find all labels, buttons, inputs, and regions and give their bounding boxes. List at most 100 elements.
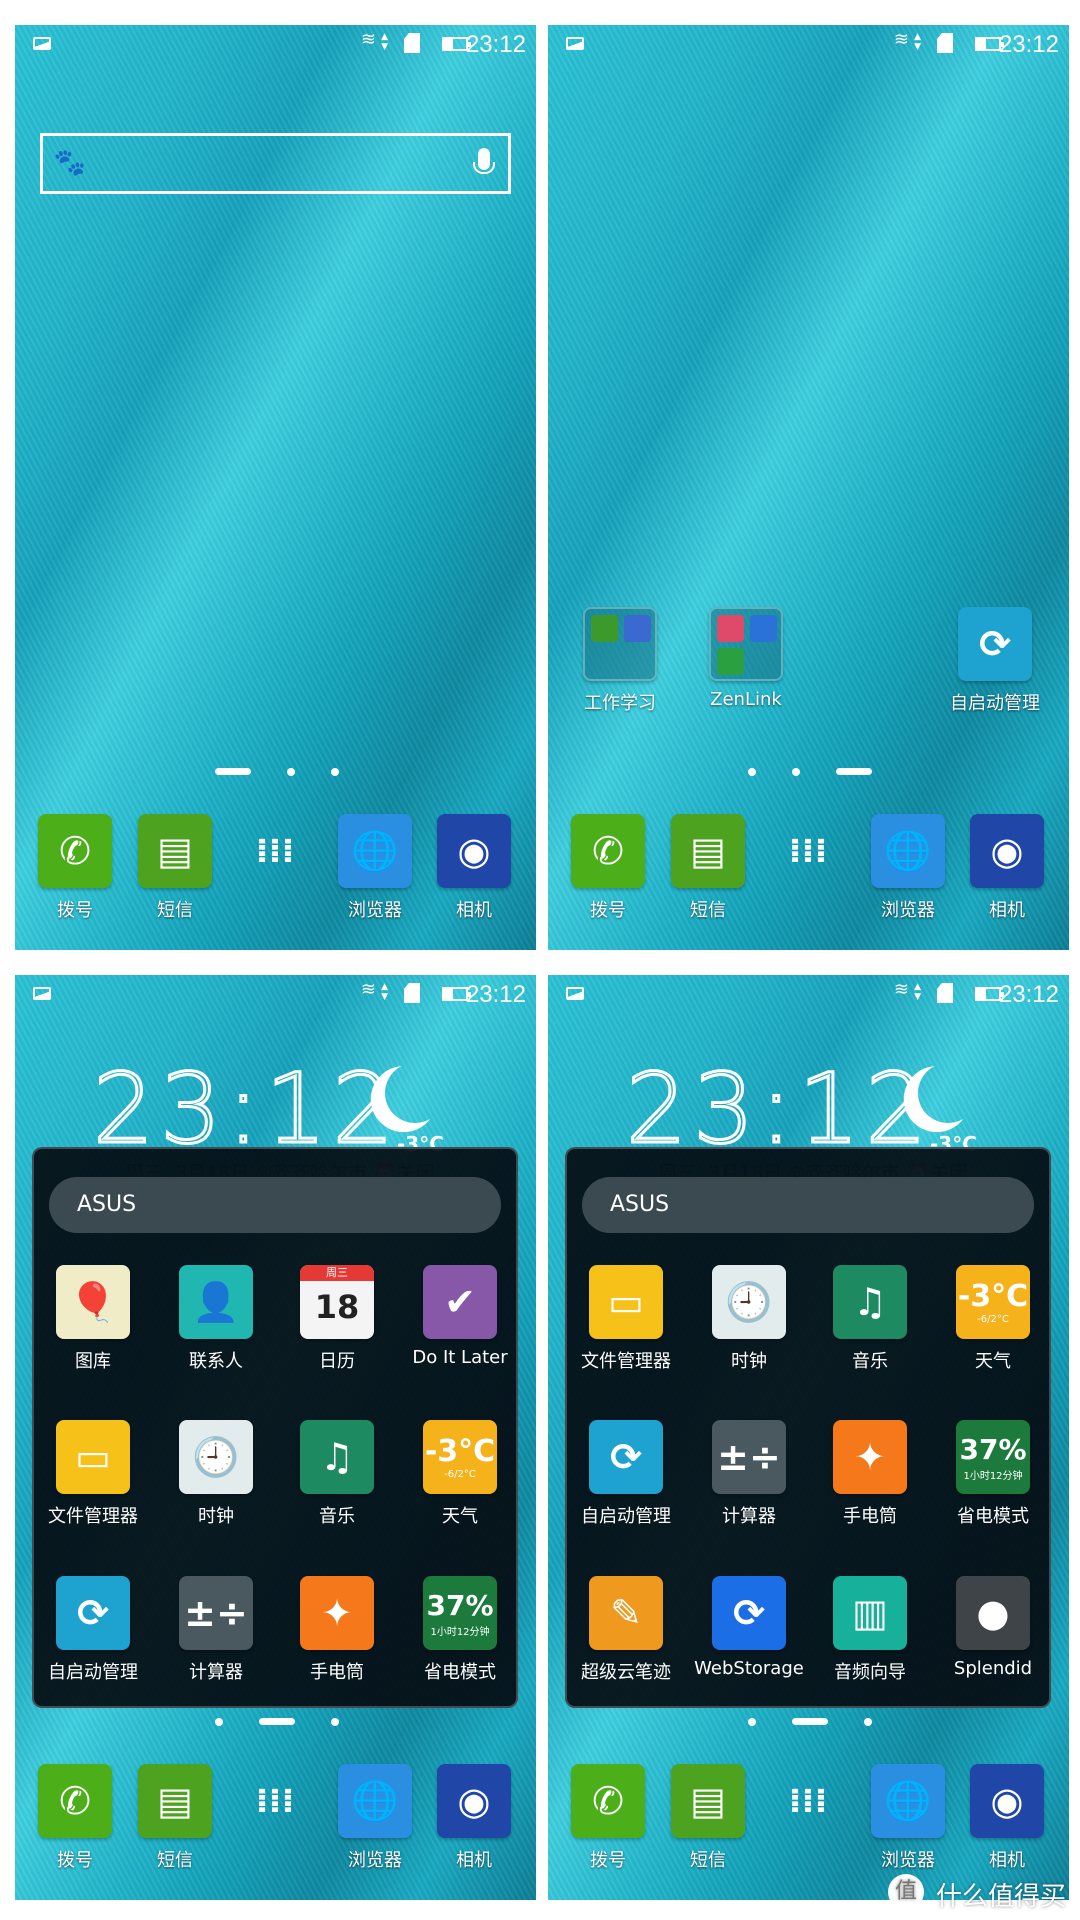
icon-glyph: 🌐 xyxy=(351,1778,399,1823)
page-dot[interactable] xyxy=(748,768,756,776)
app-音乐[interactable]: ♫ 音乐 xyxy=(282,1420,392,1528)
app-label: 时钟 xyxy=(731,1351,767,1372)
screenshot-notification-icon xyxy=(33,37,51,50)
folder-工作学习[interactable]: 工作学习 xyxy=(565,607,675,715)
dock-app-phone-icon[interactable]: ✆ 拨号 xyxy=(20,814,130,922)
page-dot[interactable] xyxy=(792,768,800,776)
power-saver-icon: 37% 1小时12分钟 xyxy=(956,1420,1030,1494)
microphone-icon[interactable] xyxy=(473,148,495,174)
icon-glyph: ✆ xyxy=(592,1779,624,1823)
icon-glyph: 🕘 xyxy=(192,1434,240,1479)
folder-label: 工作学习 xyxy=(584,693,656,714)
icon-glyph: 🌐 xyxy=(884,1778,932,1823)
page-dot[interactable] xyxy=(331,768,339,776)
status-time: 23:12 xyxy=(465,981,526,1008)
folder-name-field[interactable]: ASUS xyxy=(49,1177,501,1233)
app-超级云笔迹[interactable]: ✎ 超级云笔迹 xyxy=(571,1576,681,1684)
app-音频向导[interactable]: ▥ 音频向导 xyxy=(815,1576,925,1684)
app-日历[interactable]: 周三 18 日历 xyxy=(282,1265,392,1373)
dock-app-globe-icon[interactable]: 🌐 浏览器 xyxy=(320,814,430,922)
dock-app-camera-icon[interactable]: ◉ 相机 xyxy=(419,814,529,922)
page-dot[interactable] xyxy=(331,1718,339,1726)
app-天气[interactable]: -3°C -6/2°C 天气 xyxy=(405,1420,515,1528)
camera-icon: ◉ xyxy=(970,814,1044,888)
icon-subvalue: -6/2°C xyxy=(977,1313,1009,1325)
page-dot[interactable] xyxy=(259,1718,295,1725)
app-音乐[interactable]: ♫ 音乐 xyxy=(815,1265,925,1373)
home-screen-1: ≋ ▲ ▼ 23:12 🐾 ✆ 拨号 ▤ 短信 ⁞⁞⁞ 🌐 浏览器 ◉ 相机 xyxy=(15,25,536,950)
icon-glyph: ⁞⁞⁞ xyxy=(255,1781,295,1821)
app-label: 短信 xyxy=(690,1850,726,1871)
dock-app-message-icon[interactable]: ▤ 短信 xyxy=(120,1764,230,1872)
dock-app-camera-icon[interactable]: ◉ 相机 xyxy=(419,1764,529,1872)
app-label: Do It Later xyxy=(412,1347,508,1368)
dock-app-globe-icon[interactable]: 🌐 浏览器 xyxy=(320,1764,430,1872)
dock-app-camera-icon[interactable]: ◉ 相机 xyxy=(952,814,1062,922)
app-label: 相机 xyxy=(456,900,492,921)
folder-name-field[interactable]: ASUS xyxy=(582,1177,1034,1233)
app-计算器[interactable]: ±÷ 计算器 xyxy=(694,1420,804,1528)
weather-icon: -3°C -6/2°C xyxy=(423,1420,497,1494)
app-drawer-button[interactable]: ⁞⁞⁞ xyxy=(220,1764,330,1838)
app-自启动管理[interactable]: ⟳ 自启动管理 xyxy=(940,607,1050,715)
app-label: WebStorage xyxy=(694,1658,804,1679)
app-省电模式[interactable]: 37% 1小时12分钟 省电模式 xyxy=(938,1420,1048,1528)
app-文件管理器[interactable]: ▭ 文件管理器 xyxy=(38,1420,148,1528)
app-drawer-button[interactable]: ⁞⁞⁞ xyxy=(753,1764,863,1838)
dock-app-phone-icon[interactable]: ✆ 拨号 xyxy=(553,1764,663,1872)
page-dot[interactable] xyxy=(215,1718,223,1726)
app-label: 天气 xyxy=(442,1506,478,1527)
app-drawer-button[interactable]: ⁞⁞⁞ xyxy=(220,814,330,888)
icon-glyph: ◉ xyxy=(990,1779,1024,1823)
phone-icon: ✆ xyxy=(571,814,645,888)
app-天气[interactable]: -3°C -6/2°C 天气 xyxy=(938,1265,1048,1373)
dock-app-phone-icon[interactable]: ✆ 拨号 xyxy=(20,1764,130,1872)
icon-glyph: ▤ xyxy=(157,1779,193,1823)
app-label: 音乐 xyxy=(319,1506,355,1527)
icon-glyph: ◉ xyxy=(457,829,491,873)
app-图库[interactable]: 🎈 图库 xyxy=(38,1265,148,1373)
screenshot-notification-icon xyxy=(33,987,51,1000)
icon-glyph: ⁞⁞⁞ xyxy=(788,831,828,871)
app-label: 省电模式 xyxy=(424,1662,496,1683)
app-Splendid[interactable]: ● Splendid xyxy=(938,1576,1048,1679)
app-省电模式[interactable]: 37% 1小时12分钟 省电模式 xyxy=(405,1576,515,1684)
calculator-icon: ±÷ xyxy=(179,1576,253,1650)
status-bar: ≋ ▲ ▼ 23:12 xyxy=(15,975,536,1015)
page-dot[interactable] xyxy=(792,1718,828,1725)
app-手电筒[interactable]: ✦ 手电筒 xyxy=(282,1576,392,1684)
baidu-paw-icon[interactable]: 🐾 xyxy=(53,146,87,180)
app-drawer-button[interactable]: ⁞⁞⁞ xyxy=(753,814,863,888)
icon-glyph: ⁞⁞⁞ xyxy=(255,831,295,871)
page-dot[interactable] xyxy=(287,768,295,776)
dock-app-message-icon[interactable]: ▤ 短信 xyxy=(653,1764,763,1872)
battery-icon xyxy=(975,987,1004,1001)
app-自启动管理[interactable]: ⟳ 自启动管理 xyxy=(38,1576,148,1684)
icon-glyph: ✦ xyxy=(321,1591,353,1635)
page-indicator xyxy=(15,1715,536,1727)
dock-app-message-icon[interactable]: ▤ 短信 xyxy=(120,814,230,922)
flashlight-icon: ✦ xyxy=(300,1576,374,1650)
app-WebStorage[interactable]: ⟳ WebStorage xyxy=(694,1576,804,1679)
page-dot[interactable] xyxy=(215,768,251,775)
sd-card-icon xyxy=(937,983,953,1003)
dock-app-phone-icon[interactable]: ✆ 拨号 xyxy=(553,814,663,922)
app-自启动管理[interactable]: ⟳ 自启动管理 xyxy=(571,1420,681,1528)
app-Do It Later[interactable]: ✔ Do It Later xyxy=(405,1265,515,1368)
app-联系人[interactable]: 👤 联系人 xyxy=(161,1265,271,1373)
page-dot[interactable] xyxy=(864,1718,872,1726)
dock-app-globe-icon[interactable]: 🌐 浏览器 xyxy=(853,1764,963,1872)
app-文件管理器[interactable]: ▭ 文件管理器 xyxy=(571,1265,681,1373)
search-bar[interactable]: 🐾 xyxy=(40,133,511,194)
app-时钟[interactable]: 🕘 时钟 xyxy=(161,1420,271,1528)
app-手电筒[interactable]: ✦ 手电筒 xyxy=(815,1420,925,1528)
dock-app-camera-icon[interactable]: ◉ 相机 xyxy=(952,1764,1062,1872)
page-dot[interactable] xyxy=(748,1718,756,1726)
dock-app-globe-icon[interactable]: 🌐 浏览器 xyxy=(853,814,963,922)
page-dot[interactable] xyxy=(836,768,872,775)
app-计算器[interactable]: ±÷ 计算器 xyxy=(161,1576,271,1684)
icon-glyph: ⟳ xyxy=(979,622,1011,666)
dock-app-message-icon[interactable]: ▤ 短信 xyxy=(653,814,763,922)
folder-ZenLink[interactable]: ZenLink xyxy=(691,607,801,710)
app-时钟[interactable]: 🕘 时钟 xyxy=(694,1265,804,1373)
